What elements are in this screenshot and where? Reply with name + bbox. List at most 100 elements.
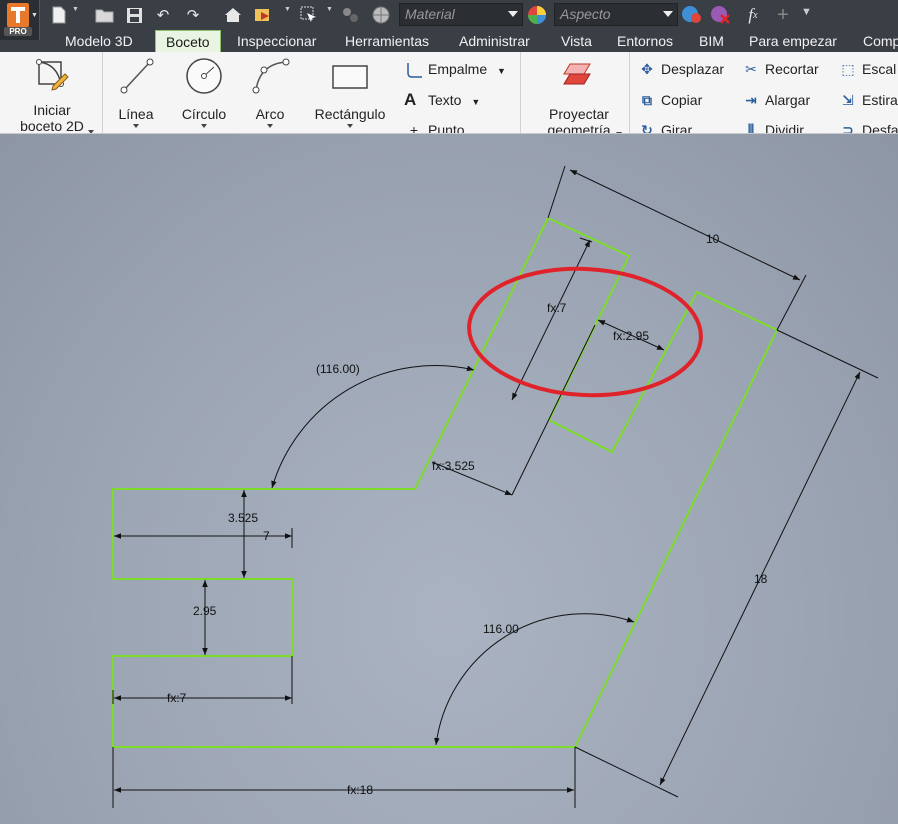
adjust-appearance-icon[interactable]: [681, 4, 703, 26]
line-label: Línea: [118, 106, 154, 122]
tab-modelo-3d[interactable]: Modelo 3D: [65, 30, 133, 52]
point-button[interactable]: + Punto: [404, 119, 465, 134]
tab-vista[interactable]: Vista: [561, 30, 592, 52]
text-button[interactable]: A Texto ▼: [404, 89, 480, 111]
sphere-icon[interactable]: [370, 4, 392, 26]
highlight-ellipse: [467, 266, 703, 398]
dim-slot-width[interactable]: fx:2.95: [613, 329, 649, 343]
dim-offset-top[interactable]: fx:3.525: [432, 459, 475, 473]
start-sketch-icon: [36, 59, 69, 91]
ribbon-separator: [629, 52, 630, 133]
appearance-dropdown[interactable]: Aspecto: [554, 3, 678, 26]
trim-label: Recortar: [765, 61, 819, 77]
circle-icon: [186, 58, 222, 94]
project-geometry-icon: [563, 63, 591, 85]
rectangle-button[interactable]: Rectángulo: [308, 56, 392, 128]
appearance-icon[interactable]: [340, 4, 362, 26]
inventor-logo-icon: [7, 3, 29, 27]
dim-angle-bottom[interactable]: 116.00: [483, 622, 519, 636]
open-icon[interactable]: [94, 4, 116, 26]
application-menu-button[interactable]: PRO ▼: [0, 0, 40, 40]
color-wheel-icon[interactable]: [526, 4, 548, 26]
redo-icon[interactable]: ↷: [182, 4, 204, 26]
dimension-lines: [112, 165, 879, 808]
project-label-2: geometría: [547, 122, 611, 134]
arc-label: Arco: [255, 106, 285, 122]
rectangle-label: Rectángulo: [314, 106, 386, 122]
project-label-1: Proyectar: [549, 106, 609, 122]
tab-herramientas[interactable]: Herramientas: [345, 30, 429, 52]
fillet-label: Empalme: [428, 61, 488, 77]
fx-icon[interactable]: fx: [742, 4, 764, 26]
dim-left-depth[interactable]: 7: [263, 529, 270, 543]
circle-button[interactable]: Círculo: [176, 56, 232, 128]
stretch-label: Estira: [862, 92, 898, 108]
move-button[interactable]: ✥ Desplazar: [637, 58, 724, 80]
dim-left-height[interactable]: 3.525: [228, 511, 258, 525]
undo-icon[interactable]: ↶: [152, 4, 174, 26]
dim-top-width[interactable]: 10: [706, 232, 720, 246]
trim-icon: ✂: [745, 61, 757, 77]
ribbon-separator: [520, 52, 521, 133]
line-button[interactable]: Línea: [112, 56, 160, 128]
material-dropdown[interactable]: Material: [399, 3, 523, 26]
stretch-icon: ⇲: [842, 92, 854, 108]
tab-comp[interactable]: Comp: [863, 30, 898, 52]
copy-button[interactable]: ⧉ Copiar: [637, 89, 702, 111]
dim-slot-height[interactable]: 2.95: [193, 604, 217, 618]
select-icon[interactable]: [298, 4, 320, 26]
quick-access-toolbar: PRO ▼ ▼ ↶ ↷ ▼ ▼ Material Aspecto f x + ▼: [0, 0, 898, 40]
extend-button[interactable]: ⇥ Alargar: [741, 89, 810, 111]
ribbon-separator: [102, 52, 103, 133]
clear-override-icon[interactable]: [710, 4, 732, 26]
home-icon[interactable]: [222, 4, 244, 26]
chevron-down-icon: [267, 124, 273, 128]
chevron-down-icon[interactable]: ▼: [326, 6, 333, 13]
rotate-icon: ↻: [641, 122, 653, 134]
chevron-down-icon: [133, 124, 139, 128]
tab-entornos[interactable]: Entornos: [617, 30, 673, 52]
chevron-down-icon: ▼: [31, 12, 38, 19]
graphics-window[interactable]: 10 fx:7 fx:2.95 (116.00) fx:3.525 3.525 …: [0, 134, 898, 824]
ribbon-tabs: Modelo 3D Boceto Inspeccionar Herramient…: [0, 30, 898, 52]
dim-base-length[interactable]: fx:18: [347, 783, 373, 797]
offset-label: Desfa: [862, 122, 898, 134]
rectangle-icon: [332, 65, 368, 89]
offset-button[interactable]: ⊃ Desfa: [838, 119, 898, 134]
fillet-button[interactable]: Empalme ▼: [404, 58, 506, 80]
scale-icon: ⬚: [841, 61, 855, 77]
point-icon: +: [409, 122, 419, 134]
tab-para-empezar[interactable]: Para empezar: [749, 30, 837, 52]
trim-button[interactable]: ✂ Recortar: [741, 58, 819, 80]
start-sketch-button[interactable]: Iniciar boceto 2D: [10, 56, 94, 134]
sketch-drawing[interactable]: 10 fx:7 fx:2.95 (116.00) fx:3.525 3.525 …: [0, 134, 898, 824]
split-button[interactable]: ⫼ Dividir: [741, 119, 804, 133]
dim-inner-length[interactable]: fx:7: [547, 301, 567, 315]
arc-button[interactable]: Arco: [246, 56, 294, 128]
start-sketch-label-2: boceto 2D: [20, 118, 84, 134]
dim-angle-top[interactable]: (116.00): [316, 362, 360, 376]
save-icon[interactable]: [123, 4, 145, 26]
chevron-down-icon[interactable]: ▼: [72, 6, 79, 13]
dim-right-length[interactable]: 18: [754, 572, 768, 586]
stretch-button[interactable]: ⇲ Estira: [838, 89, 898, 111]
copy-icon: ⧉: [642, 92, 652, 108]
update-icon[interactable]: [252, 4, 274, 26]
new-icon[interactable]: [48, 4, 70, 26]
tab-administrar[interactable]: Administrar: [459, 30, 530, 52]
move-label: Desplazar: [661, 61, 725, 77]
chevron-down-icon[interactable]: ▼: [284, 6, 291, 13]
customize-icon[interactable]: ▼: [801, 6, 812, 18]
appearance-placeholder: Aspecto: [560, 6, 611, 22]
project-geometry-button[interactable]: Proyectar geometría: [536, 58, 622, 134]
tab-boceto[interactable]: Boceto: [155, 30, 221, 52]
dim-bottom-depth[interactable]: fx:7: [167, 691, 187, 705]
chevron-down-icon: [201, 124, 207, 128]
copy-label: Copiar: [661, 92, 703, 108]
tab-inspeccionar[interactable]: Inspeccionar: [237, 30, 316, 52]
plus-icon[interactable]: +: [772, 4, 794, 26]
rotate-button[interactable]: ↻ Girar: [637, 119, 692, 134]
text-label: Texto: [428, 92, 462, 108]
tab-bim[interactable]: BIM: [699, 30, 724, 52]
scale-button[interactable]: ⬚ Escal: [838, 58, 896, 80]
